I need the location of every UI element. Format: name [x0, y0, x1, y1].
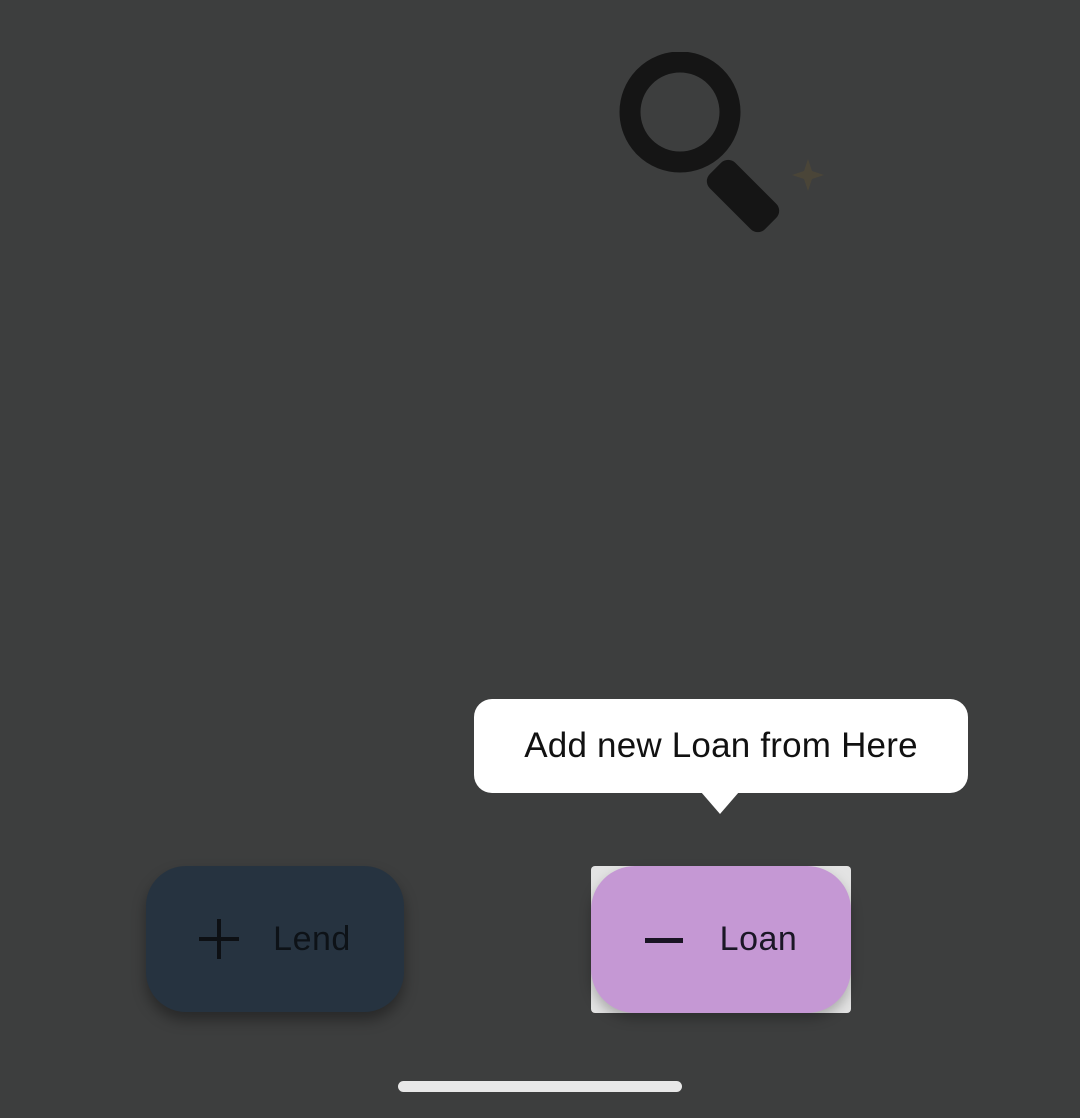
onboarding-tooltip: Add new Loan from Here	[474, 699, 968, 793]
magnifier-icon	[619, 52, 824, 233]
loan-button-label: Loan	[719, 920, 798, 958]
loan-button[interactable]: Loan	[591, 866, 851, 1013]
lend-button[interactable]: Lend	[146, 866, 404, 1012]
lend-button-label: Lend	[273, 919, 351, 958]
empty-state-search-icon	[610, 52, 840, 252]
app-screen: Add new Loan from Here Lend Loan	[0, 0, 1080, 1118]
minus-icon	[644, 920, 685, 960]
sparkle-icon	[792, 159, 824, 191]
tooltip-pointer	[701, 792, 739, 814]
home-indicator[interactable]	[398, 1081, 682, 1092]
tooltip-text: Add new Loan from Here	[524, 726, 918, 765]
plus-icon	[199, 919, 240, 959]
